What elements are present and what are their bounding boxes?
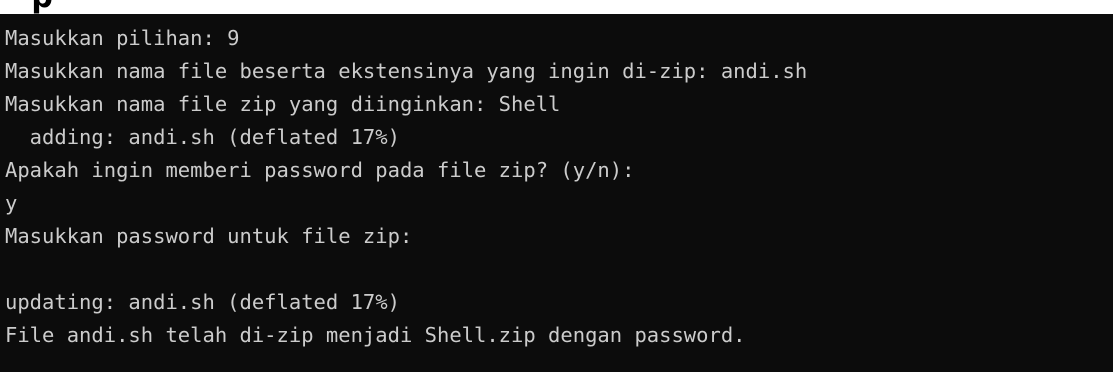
cropped-heading-fragment-icon: p	[0, 0, 52, 14]
terminal-line: updating: andi.sh (deflated 17%)	[5, 290, 400, 314]
terminal-line: Apakah ingin memberi password pada file …	[5, 158, 635, 182]
terminal-line: Masukkan pilihan: 9	[5, 26, 240, 50]
cropped-heading-strip: p	[0, 0, 1113, 14]
screenshot-root: p Masukkan pilihan: 9 Masukkan nama file…	[0, 0, 1113, 372]
terminal-line: Masukkan password untuk file zip:	[5, 224, 413, 248]
terminal-line: File andi.sh telah di-zip menjadi Shell.…	[5, 323, 746, 347]
terminal-line: Masukkan nama file zip yang diinginkan: …	[5, 92, 561, 116]
terminal-line: adding: andi.sh (deflated 17%)	[5, 125, 400, 149]
terminal-lines: Masukkan pilihan: 9 Masukkan nama file b…	[0, 14, 1113, 352]
terminal-output[interactable]: Masukkan pilihan: 9 Masukkan nama file b…	[0, 14, 1113, 372]
terminal-line: Masukkan nama file beserta ekstensinya y…	[5, 59, 808, 83]
terminal-line: y	[5, 191, 18, 215]
